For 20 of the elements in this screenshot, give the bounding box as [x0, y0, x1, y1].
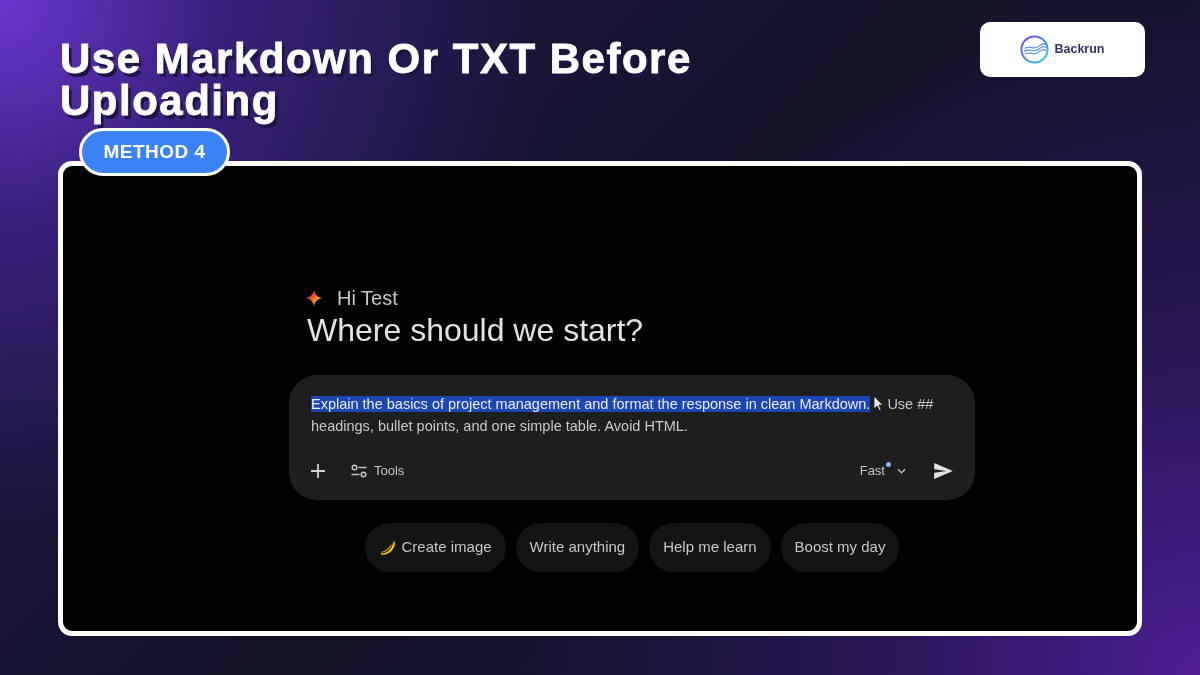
heading: Where should we start? [307, 311, 644, 350]
slide-title: Use Markdown Or TXT Before Uploading [60, 38, 693, 122]
method-badge: METHOD 4 [79, 128, 230, 176]
mode-selector[interactable]: Fast [859, 461, 906, 481]
sparkle-icon [305, 289, 323, 307]
mouse-pointer-icon [873, 395, 885, 412]
suggestion-chip[interactable]: Boost my day [780, 523, 900, 572]
sliders-icon [351, 464, 367, 478]
prompt-input[interactable]: Explain the basics of project management and format the response in clean Markdown. Use ## headings, bullet points, and one simple table. Avoid HTML. [311, 393, 953, 437]
send-icon[interactable] [934, 463, 953, 479]
plus-icon[interactable] [311, 464, 325, 478]
suggestion-chip[interactable]: Write anything [515, 523, 640, 572]
chevron-down-icon [897, 468, 906, 474]
suggestion-chip[interactable]: Create image [364, 523, 506, 572]
brand-name: Backrun [1054, 41, 1105, 59]
suggestion-chip[interactable]: Help me learn [649, 523, 771, 572]
banana-icon [378, 539, 396, 556]
logo-icon [1020, 35, 1050, 64]
tools-button[interactable]: Tools [351, 461, 405, 481]
greeting: Hi Test [337, 286, 398, 310]
